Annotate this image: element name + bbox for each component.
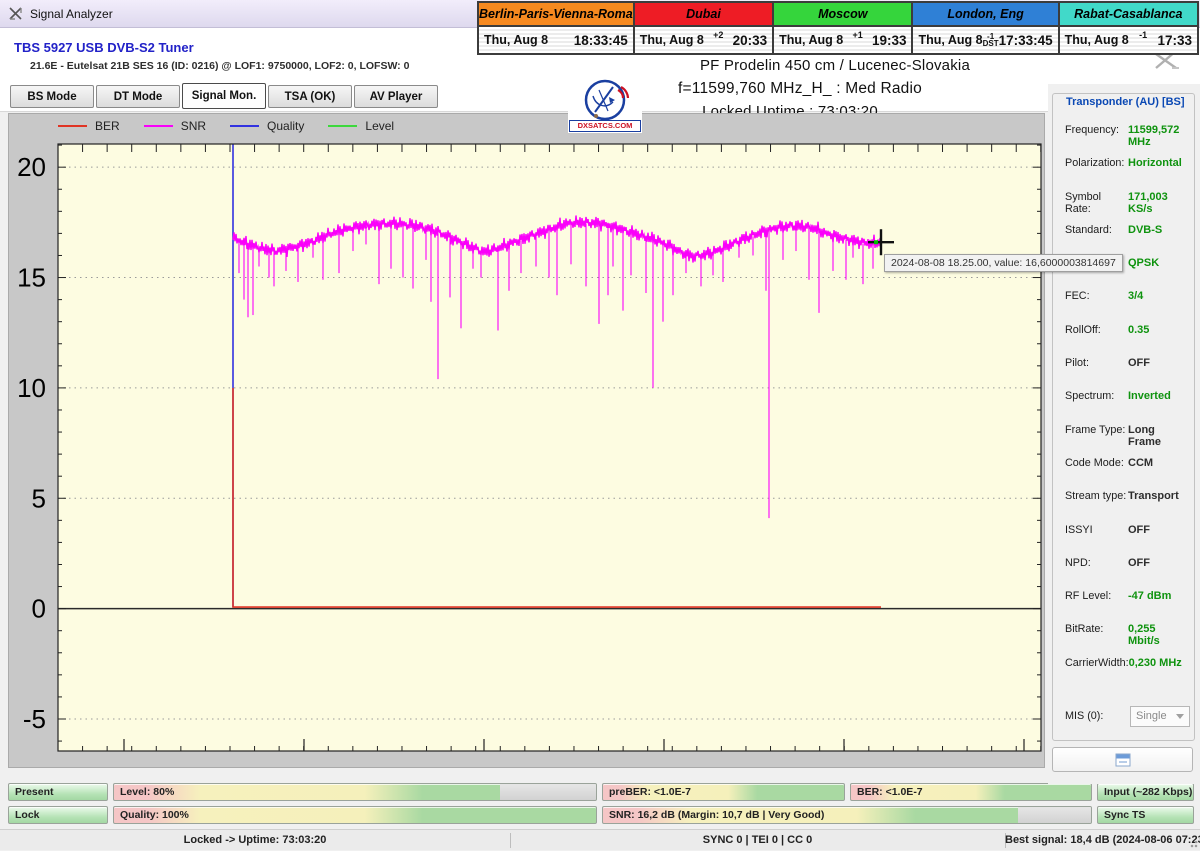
clock-date: Thu, Aug 8: [1064, 33, 1129, 47]
level-bar-unfilled: [499, 784, 596, 800]
row-stream-type: Stream type: Transport: [1065, 490, 1179, 503]
clock-date: Thu, Aug 8: [918, 33, 983, 47]
row-issyi: ISSYI OFF: [1065, 523, 1150, 536]
row-standard: Standard: DVB-S: [1065, 223, 1163, 236]
row-rf-level: RF Level: -47 dBm: [1065, 590, 1172, 603]
row-bitrate: BitRate: 0,255 Mbit/s: [1065, 623, 1160, 648]
row-carrier-width: CarrierWidth: 0,230 MHz: [1065, 656, 1182, 669]
tab-tsa[interactable]: TSA (OK): [268, 85, 352, 108]
clock-city: Moscow: [818, 7, 868, 21]
row-pilot: Pilot: OFF: [1065, 357, 1150, 370]
statusbar-best-signal: Best signal: 18,4 dB (2024-08-06 07:23): [1005, 834, 1200, 846]
antenna-location-title: PF Prodelin 450 cm / Lucenec-Slovakia: [699, 57, 971, 74]
resize-grip[interactable]: [1188, 838, 1198, 848]
clock-city: Berlin-Paris-Vienna-Roma: [479, 7, 633, 21]
app-icon: [9, 7, 22, 20]
clock-utc-offset: -1: [1139, 30, 1148, 40]
row-npd: NPD: OFF: [1065, 556, 1150, 569]
clock-berlin: Berlin-Paris-Vienna-Roma Thu, Aug 8 18:3…: [477, 1, 635, 55]
quality-line-swatch: [230, 125, 260, 127]
svg-text:0: 0: [32, 594, 46, 624]
svg-text:10: 10: [17, 373, 46, 403]
clock-time: 17:33: [1157, 32, 1192, 48]
row-spectrum: Spectrum: Inverted: [1065, 390, 1171, 403]
statusbar-sync-counters: SYNC 0 | TEI 0 | CC 0: [702, 834, 813, 846]
svg-text:-5: -5: [23, 704, 46, 734]
row-fec: FEC: 3/4: [1065, 290, 1144, 303]
status-bar: Locked -> Uptime: 73:03:20 SYNC 0 | TEI …: [0, 829, 1200, 850]
clock-utc-offset: +1: [852, 30, 863, 40]
snr-bar: SNR: 16,2 dB (Margin: 10,7 dB | Very Goo…: [602, 806, 1092, 824]
transponder-title: Transponder (AU) [BS]: [1062, 96, 1189, 108]
transponder-groupbox: Transponder (AU) [BS] Frequency: 11599,57…: [1052, 93, 1195, 741]
lock-indicator: Lock: [8, 806, 108, 824]
legend-ber: BER: [58, 119, 120, 133]
clock-london: London, Eng Thu, Aug 8 -1 DST 17:33:45: [911, 1, 1060, 55]
clock-city: London, Eng: [947, 7, 1024, 21]
level-bar: Level: 80%: [113, 783, 597, 801]
mis-label: MIS (0):: [1065, 710, 1104, 723]
clock-time: 19:33: [871, 32, 907, 48]
clock-city: Dubai: [686, 7, 721, 21]
clock-moscow: Moscow Thu, Aug 8 +1 19:33: [772, 1, 914, 55]
tab-dt-mode[interactable]: DT Mode: [96, 85, 180, 108]
ber-line-swatch: [58, 125, 87, 127]
row-polarization: Polarization: Horizontal: [1065, 157, 1182, 170]
clock-date: Thu, Aug 8: [639, 33, 704, 47]
save-icon: [1115, 753, 1130, 766]
quality-bar: Quality: 100%: [113, 806, 597, 824]
ber-bar: BER: <1.0E-7: [850, 783, 1092, 801]
mode-tabs: BS Mode DT Mode Signal Mon. TSA (OK) AV …: [10, 83, 438, 111]
signal-monitor-chart[interactable]: 20 15 10 5 0 -5: [8, 113, 1045, 768]
clock-dst-flag: -1 DST: [982, 32, 999, 48]
legend-quality: Quality: [230, 119, 304, 133]
clock-utc-offset: +2: [713, 30, 724, 40]
window-title: Signal Analyzer: [30, 6, 113, 21]
clock-date: Thu, Aug 8: [484, 33, 549, 47]
clock-dubai: Dubai Thu, Aug 8 +2 20:33: [632, 1, 775, 55]
clock-rabat: Rabat-Casablanca Thu, Aug 8 -1 17:33: [1057, 1, 1199, 55]
row-frequency: Frequency: 11599,572 MHz: [1065, 124, 1180, 148]
frequency-title: f=11599,760 MHz_H_ : Med Radio: [678, 80, 922, 97]
svg-text:15: 15: [17, 263, 46, 293]
row-symbol-rate: Symbol Rate: 171,003 KS/s: [1065, 190, 1168, 215]
legend-level: Level: [328, 119, 394, 133]
input-indicator: Input (~282 Kbps): [1097, 783, 1194, 801]
row-mis: MIS (0): Single: [1065, 704, 1190, 728]
tuner-name: TBS 5927 USB DVB-S2 Tuner: [14, 40, 194, 55]
legend-snr: SNR: [143, 119, 206, 133]
chevron-down-icon: [1176, 713, 1184, 719]
clock-time: 20:33: [732, 32, 768, 48]
clock-time: 18:33:45: [573, 32, 628, 48]
snr-bar-unfilled: [1017, 807, 1091, 823]
level-line-swatch: [328, 125, 358, 127]
preber-bar: preBER: <1.0E-7: [602, 783, 845, 801]
sync-ts-indicator: Sync TS: [1097, 806, 1194, 824]
dxsatcs-logo: DXSATCS.COM: [568, 78, 642, 133]
satellite-dish-icon: [584, 79, 630, 121]
row-rolloff: RollOff: 0.35: [1065, 323, 1150, 336]
svg-text:5: 5: [32, 483, 46, 513]
save-snapshot-button[interactable]: [1052, 747, 1193, 772]
statusbar-uptime: Locked -> Uptime: 73:03:20: [183, 834, 327, 846]
transponder-panel: Transponder (AU) [BS] Frequency: 11599,57…: [1048, 84, 1200, 784]
chart-tooltip: 2024-08-08 18.25.00, value: 16,600000381…: [884, 254, 1123, 272]
mis-dropdown[interactable]: Single: [1130, 705, 1190, 727]
tab-signal-mon[interactable]: Signal Mon.: [182, 83, 266, 109]
transponder-rows: Frequency: 11599,572 MHz Polarization: Hor…: [1065, 124, 1190, 728]
row-frame-type: Frame Type: Long Frame: [1065, 423, 1162, 448]
snr-line-swatch: [143, 125, 173, 127]
world-clocks: Berlin-Paris-Vienna-Roma Thu, Aug 8 18:3…: [477, 1, 1199, 55]
svg-text:20: 20: [17, 152, 46, 182]
dxsatcs-logo-label: DXSATCS.COM: [569, 120, 641, 132]
clock-date: Thu, Aug 8: [779, 33, 844, 47]
chart-legend: BER SNR Quality Level: [58, 119, 394, 133]
clock-time: 17:33:45: [998, 32, 1053, 48]
tab-av-player[interactable]: AV Player: [354, 85, 438, 108]
row-code-mode: Code Mode: CCM: [1065, 456, 1154, 469]
tuner-details: 21.6E - Eutelsat 21B SES 16 (ID: 0216) @…: [30, 60, 410, 72]
tab-bs-mode[interactable]: BS Mode: [10, 85, 94, 108]
clock-city: Rabat-Casablanca: [1074, 7, 1183, 21]
present-indicator: Present: [8, 783, 108, 801]
